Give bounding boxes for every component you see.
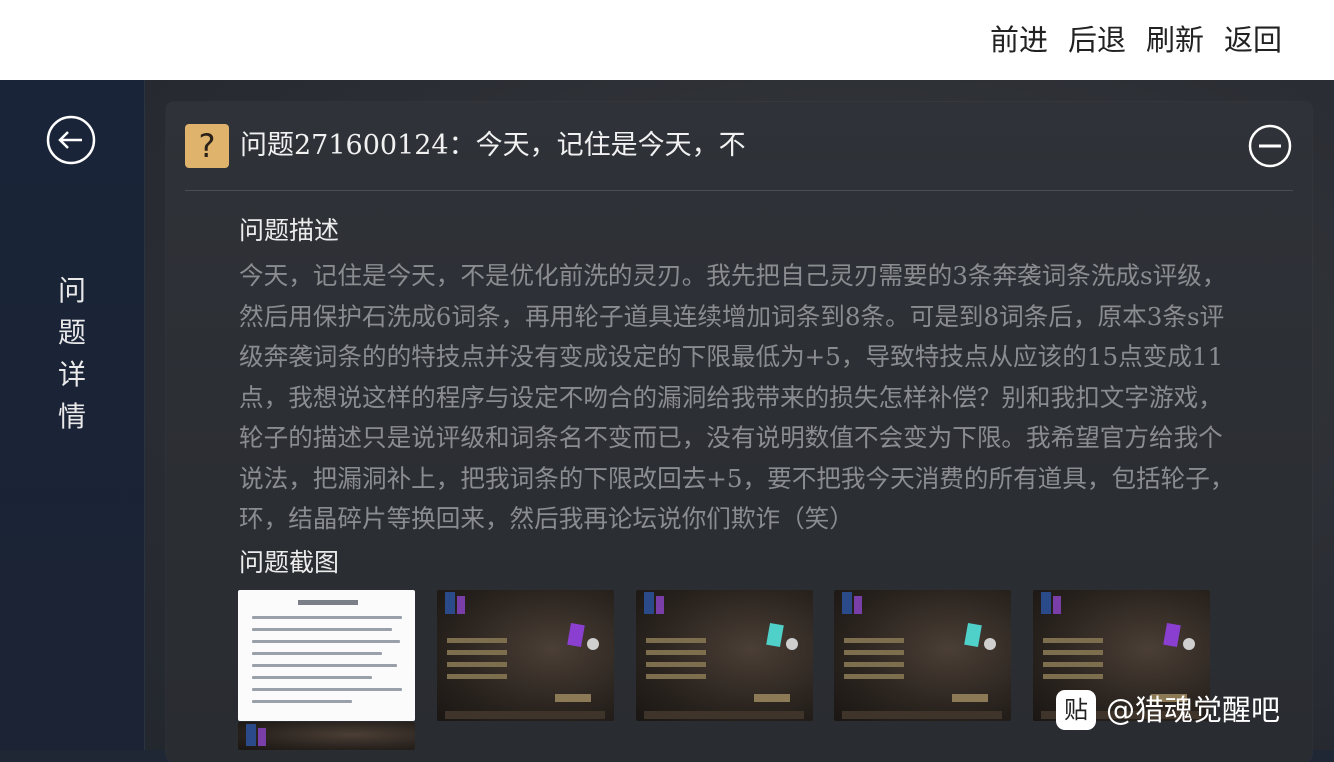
screenshots-label: 问题截图: [239, 548, 340, 577]
minus-circle-icon[interactable]: [1248, 124, 1292, 168]
header-divider: [185, 190, 1293, 191]
watermark-text: @猎魂觉醒吧: [1106, 693, 1281, 727]
refresh-button[interactable]: 刷新: [1146, 20, 1204, 60]
watermark: 贴 @猎魂觉醒吧: [1056, 690, 1280, 730]
screenshot-thumbnail[interactable]: [834, 590, 1011, 721]
sidebar-title: 问 题 详 情: [50, 270, 94, 438]
sidebar: 问 题 详 情: [0, 80, 145, 750]
back-button[interactable]: 后退: [1068, 20, 1126, 60]
arrow-left-circle-icon[interactable]: [46, 115, 96, 165]
tieba-logo-icon: 贴: [1056, 690, 1096, 730]
return-button[interactable]: 返回: [1224, 20, 1282, 60]
sidebar-title-char: 问: [57, 274, 86, 307]
screenshot-thumbnail[interactable]: [437, 590, 614, 721]
top-nav: 前进 后退 刷新 返回: [990, 20, 1282, 60]
screenshot-thumbnail[interactable]: [636, 590, 813, 721]
question-mark-icon: ?: [185, 124, 229, 168]
sidebar-title-char: 题: [57, 316, 86, 349]
top-bar: 前进 后退 刷新 返回: [0, 0, 1334, 80]
sidebar-title-char: 详: [57, 358, 86, 391]
screenshot-thumbnail[interactable]: [238, 722, 415, 750]
description-label: 问题描述: [239, 216, 340, 245]
description-text: 今天，记住是今天，不是优化前洗的灵刃。我先把自己灵刃需要的3条奔袭词条洗成s评级…: [239, 261, 1235, 533]
forward-button[interactable]: 前进: [990, 20, 1048, 60]
sidebar-title-char: 情: [57, 400, 86, 433]
question-title: 问题271600124：今天，记住是今天，不: [240, 130, 746, 161]
screenshot-thumbnail[interactable]: [238, 590, 415, 721]
